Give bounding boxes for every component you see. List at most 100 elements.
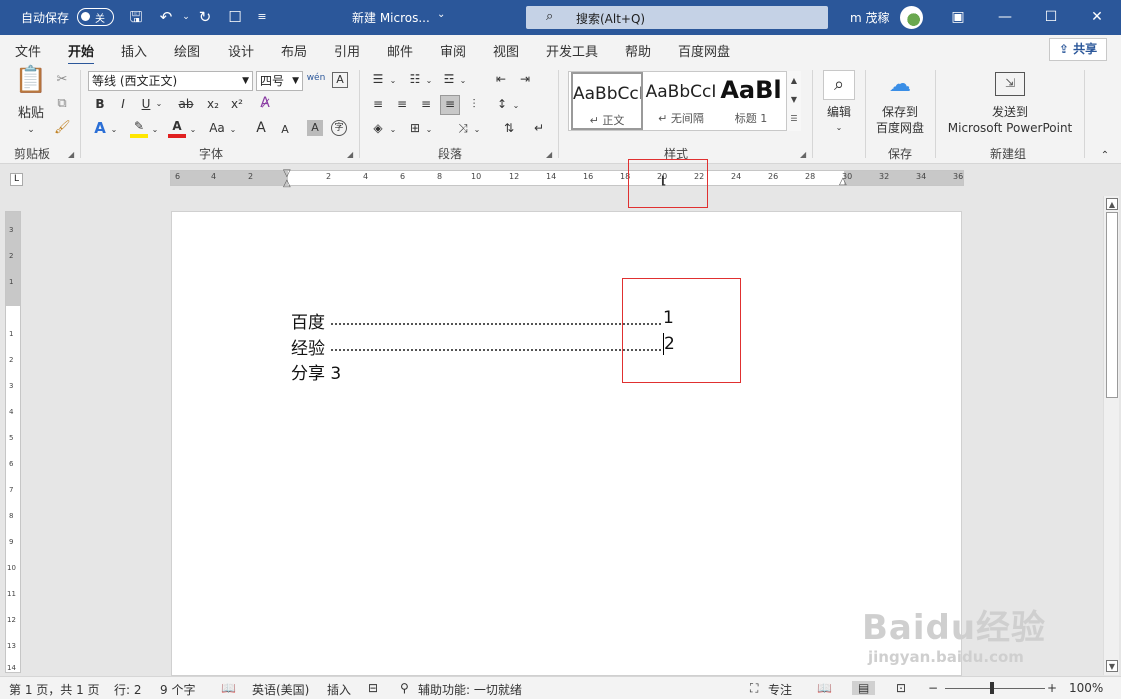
chevron-down-icon[interactable]: ⌄ <box>109 122 119 138</box>
font-color-button[interactable]: A <box>168 118 186 138</box>
increase-indent-icon[interactable]: ⇥ <box>516 71 534 87</box>
document-page[interactable] <box>171 211 962 676</box>
format-painter-icon[interactable]: 🖌 <box>54 118 71 138</box>
search-box[interactable]: ⌕ 搜索(Alt+Q) <box>526 6 828 29</box>
scroll-up-icon[interactable]: ▲ <box>787 71 801 90</box>
strikethrough-button[interactable]: ab <box>176 96 196 112</box>
chevron-down-icon[interactable]: ⌄ <box>154 96 164 112</box>
send-to-label-2[interactable]: Microsoft PowerPoint <box>945 120 1075 136</box>
collapse-ribbon-icon[interactable]: ⌃ <box>1098 148 1112 164</box>
read-mode-icon[interactable]: 📖 <box>817 681 832 695</box>
tab-file[interactable]: 文件 <box>15 41 41 60</box>
status-accessibility[interactable]: 辅助功能: 一切就绪 <box>418 681 522 698</box>
focus-button[interactable]: 专注 <box>768 681 792 698</box>
change-case-button[interactable]: Aa <box>206 120 228 136</box>
superscript-button[interactable]: x² <box>228 96 246 112</box>
share-button[interactable]: ⇪ 共享 <box>1049 38 1107 61</box>
tab-help[interactable]: 帮助 <box>625 41 651 60</box>
bullets-icon[interactable]: ☰ <box>369 71 387 87</box>
close-icon[interactable]: ✕ <box>1087 8 1107 26</box>
status-words[interactable]: 9 个字 <box>160 681 195 698</box>
document-title[interactable]: 新建 Micros... <box>352 9 430 26</box>
text-effects-button[interactable]: A <box>92 120 108 136</box>
chevron-down-icon[interactable]: ⌄ <box>511 98 521 114</box>
align-left-icon[interactable]: ≡ <box>369 96 387 112</box>
status-language[interactable]: 英语(美国) <box>252 681 309 698</box>
proofing-icon[interactable]: 📖 <box>221 681 236 695</box>
undo-icon[interactable]: ↶ <box>155 6 177 28</box>
focus-icon[interactable]: ⛶ <box>750 681 758 696</box>
font-name-select[interactable]: 等线 (西文正文) ▼ <box>88 71 253 91</box>
chevron-down-icon[interactable]: ⌄ <box>150 122 160 138</box>
paste-icon[interactable]: 📋 <box>14 67 48 93</box>
chevron-down-icon[interactable]: ⌄ <box>388 122 398 138</box>
send-to-label-1[interactable]: 发送到 <box>945 104 1075 120</box>
multilevel-list-icon[interactable]: ☲ <box>440 71 458 87</box>
body-text-line[interactable]: 分享 3 <box>291 359 341 384</box>
tab-home[interactable]: 开始 <box>68 41 95 66</box>
decrease-indent-icon[interactable]: ⇤ <box>492 71 510 87</box>
grow-font-button[interactable]: A <box>252 120 270 136</box>
ribbon-display-icon[interactable]: ▣ <box>948 8 968 26</box>
zoom-slider-thumb[interactable] <box>990 682 994 694</box>
font-launcher-icon[interactable]: ◢ <box>347 150 353 159</box>
web-layout-icon[interactable]: ⊡ <box>896 681 906 695</box>
copy-icon[interactable]: ⧉ <box>54 94 70 114</box>
touch-mode-icon[interactable]: ☐ <box>224 6 246 28</box>
char-border-button[interactable]: A <box>332 72 348 88</box>
style-normal[interactable]: AaBbCcI ↵ 正文 <box>571 72 643 130</box>
tab-mailings[interactable]: 邮件 <box>387 41 413 60</box>
baidu-netdisk-icon[interactable]: ☁ <box>886 72 914 97</box>
status-mode[interactable]: 插入 <box>327 681 351 698</box>
chevron-down-icon[interactable]: ⌄ <box>834 120 844 136</box>
avatar[interactable] <box>900 6 923 29</box>
powerpoint-icon[interactable]: ⇲ <box>995 72 1025 96</box>
status-page[interactable]: 第 1 页，共 1 页 <box>9 681 100 698</box>
numbering-icon[interactable]: ☷ <box>406 71 424 87</box>
phonetic-guide-button[interactable]: wén <box>306 70 326 86</box>
paste-dropdown-icon[interactable]: ⌄ <box>25 120 37 140</box>
style-heading-1[interactable]: AaBl 标题 1 <box>717 72 785 130</box>
tab-view[interactable]: 视图 <box>493 41 519 60</box>
tab-insert[interactable]: 插入 <box>121 41 147 60</box>
horizontal-ruler[interactable]: 6 4 2 2 4 6 8 10 12 14 16 18 20 22 24 26… <box>170 168 964 189</box>
more-styles-icon[interactable]: ☰ <box>787 109 801 128</box>
align-right-icon[interactable]: ≡ <box>417 96 435 112</box>
chevron-down-icon[interactable]: ⌄ <box>388 73 398 89</box>
chevron-down-icon[interactable]: ⌄ <box>424 122 434 138</box>
sort-icon[interactable]: ⇅ <box>500 120 518 136</box>
zoom-slider[interactable] <box>945 688 1045 689</box>
title-dropdown-icon[interactable]: ⌄ <box>437 9 445 20</box>
paragraph-launcher-icon[interactable]: ◢ <box>546 150 552 159</box>
chevron-down-icon[interactable]: ⌄ <box>424 73 434 89</box>
tab-selector-icon[interactable]: L <box>10 173 23 186</box>
save-to-label-1[interactable]: 保存到 <box>870 104 930 120</box>
tab-references[interactable]: 引用 <box>334 41 360 60</box>
clear-formatting-icon[interactable]: A̷ <box>256 95 274 111</box>
vertical-scrollbar[interactable]: ▲ ▼ <box>1103 196 1119 675</box>
subscript-button[interactable]: x₂ <box>204 96 222 112</box>
maximize-icon[interactable]: ☐ <box>1041 8 1061 26</box>
borders-icon[interactable]: ⊞ <box>406 120 424 136</box>
font-size-select[interactable]: 四号 ▼ <box>256 71 303 91</box>
save-icon[interactable]: 🖫 <box>125 6 147 28</box>
macro-record-icon[interactable]: ⊟ <box>368 681 378 695</box>
tab-developer[interactable]: 开发工具 <box>546 41 598 60</box>
status-line[interactable]: 行: 2 <box>114 681 142 698</box>
chevron-down-icon[interactable]: ⌄ <box>472 122 482 138</box>
clipboard-launcher-icon[interactable]: ◢ <box>68 150 74 159</box>
toc-entry-text[interactable]: 经验 <box>291 334 325 359</box>
right-indent-marker[interactable]: △ <box>839 176 847 187</box>
tab-draw[interactable]: 绘图 <box>174 41 200 60</box>
autosave-toggle[interactable]: 关 <box>77 8 114 26</box>
print-layout-icon[interactable]: ▤ <box>852 681 876 695</box>
tab-review[interactable]: 审阅 <box>440 41 466 60</box>
style-no-spacing[interactable]: AaBbCcI ↵ 无间隔 <box>645 72 717 130</box>
vertical-ruler[interactable]: 3 2 1 1 2 3 4 5 6 7 8 9 10 11 12 13 14 <box>5 211 21 673</box>
scroll-down-icon[interactable]: ▼ <box>787 90 801 109</box>
chevron-down-icon[interactable]: ⌄ <box>228 122 238 138</box>
chinese-layout-icon[interactable]: ⤨ <box>454 120 472 136</box>
shading-icon[interactable]: ◈ <box>369 120 387 136</box>
customize-qat-icon[interactable]: ≡ <box>251 6 273 28</box>
chevron-down-icon[interactable]: ⌄ <box>188 122 198 138</box>
